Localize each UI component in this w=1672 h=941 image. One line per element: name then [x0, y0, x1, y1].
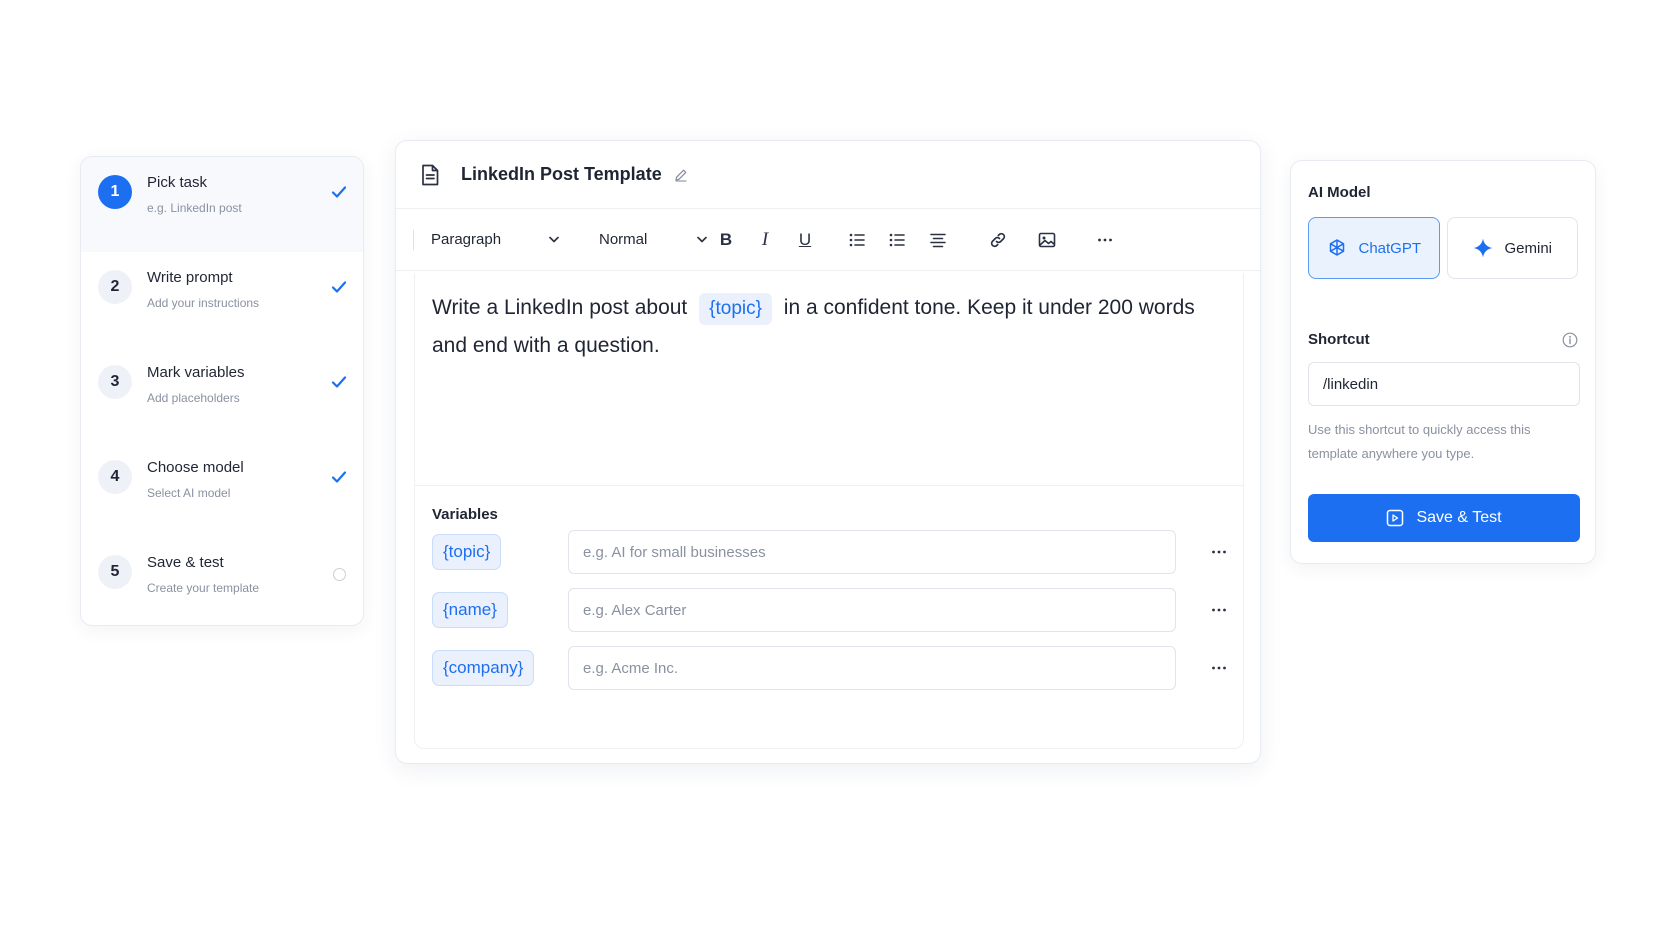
step-title: Save & test: [147, 554, 224, 571]
prompt-text-before: Write a LinkedIn post about: [432, 296, 688, 319]
ai-model-label: AI Model: [1308, 184, 1371, 201]
bullet-list-button[interactable]: [845, 228, 869, 252]
check-icon: [331, 471, 347, 483]
variable-row: {company}: [432, 639, 1226, 697]
variable-value-input[interactable]: [568, 530, 1176, 574]
check-icon: [331, 281, 347, 293]
step-subtitle: Add your instructions: [147, 296, 260, 310]
template-title: LinkedIn Post Template: [461, 164, 662, 184]
model-option-chatgpt[interactable]: ChatGPT: [1308, 217, 1440, 279]
variable-row: {topic}: [432, 523, 1226, 581]
variable-row: {name}: [432, 581, 1226, 639]
variable-tag: {company}: [432, 650, 535, 686]
prompt-editor-area[interactable]: Write a LinkedIn post about {topic} in a…: [414, 273, 1244, 749]
step-title: Choose model: [147, 459, 244, 476]
chevron-down-icon: [697, 236, 707, 243]
align-button[interactable]: [926, 228, 950, 252]
variable-more-button[interactable]: [1209, 658, 1229, 678]
step-number: 2: [98, 270, 132, 304]
more-options-button[interactable]: [1093, 228, 1117, 252]
prompt-text[interactable]: Write a LinkedIn post about {topic} in a…: [415, 273, 1243, 485]
link-button[interactable]: [986, 228, 1010, 252]
bold-button[interactable]: B: [714, 228, 738, 252]
step-number: 1: [98, 175, 132, 209]
variables-title: Variables: [432, 506, 498, 523]
step-title: Mark variables: [147, 364, 245, 381]
model-selector: ChatGPT Gemini: [1308, 217, 1578, 279]
variables-section: Variables {topic} {name} {comp: [415, 485, 1243, 697]
numbered-list-icon: [889, 233, 905, 247]
more-horizontal-icon: [1098, 238, 1112, 242]
step-subtitle: Add placeholders: [147, 391, 240, 405]
variable-more-button[interactable]: [1209, 600, 1229, 620]
step-subtitle: Create your template: [147, 581, 260, 595]
block-style-select[interactable]: Paragraph: [431, 224, 559, 256]
step-item-mark-variables[interactable]: 3 Mark variables Add placeholders: [81, 347, 363, 442]
model-label: Gemini: [1504, 239, 1552, 257]
pencil-icon[interactable]: [674, 168, 688, 182]
step-number: 4: [98, 460, 132, 494]
save-test-label: Save & Test: [1416, 509, 1502, 526]
settings-panel: AI Model ChatGPT Gemini Shortcut /linked…: [1290, 160, 1596, 564]
chevron-down-icon: [549, 236, 559, 243]
link-icon: [990, 232, 1006, 248]
step-subtitle: e.g. LinkedIn post: [147, 201, 242, 215]
shortcut-label: Shortcut: [1308, 331, 1370, 348]
more-horizontal-icon: [1212, 550, 1226, 554]
openai-icon: [1330, 239, 1345, 256]
more-horizontal-icon: [1212, 666, 1226, 670]
editor-header: LinkedIn Post Template: [396, 141, 1260, 209]
step-number: 3: [98, 365, 132, 399]
step-item-save-test[interactable]: 5 Save & test Create your template: [81, 537, 363, 625]
model-label: ChatGPT: [1358, 239, 1422, 257]
align-center-icon: [930, 233, 946, 248]
formatting-toolbar: Paragraph Normal B I U: [396, 209, 1260, 271]
toolbar-divider: [413, 229, 414, 250]
info-icon[interactable]: [1562, 332, 1578, 348]
variable-tag: {topic}: [432, 534, 502, 570]
save-test-icon: [1387, 509, 1404, 527]
check-icon: [331, 376, 347, 388]
steps-panel: 1 Pick task e.g. LinkedIn post 2 Write p…: [80, 156, 364, 626]
block-style-value: Paragraph: [431, 231, 502, 248]
step-item-pick-task[interactable]: 1 Pick task e.g. LinkedIn post: [81, 157, 363, 252]
italic-button[interactable]: I: [753, 228, 777, 252]
variable-value-input[interactable]: [568, 646, 1176, 690]
app-canvas: 1 Pick task e.g. LinkedIn post 2 Write p…: [0, 0, 1672, 941]
bullet-list-icon: [849, 233, 865, 247]
template-editor: LinkedIn Post Template Paragraph Normal …: [395, 140, 1261, 764]
check-icon: [331, 186, 347, 198]
model-option-gemini[interactable]: Gemini: [1446, 217, 1578, 279]
gemini-sparkle-icon: [1473, 238, 1493, 258]
shortcut-help-text: Use this shortcut to quickly access this…: [1308, 422, 1531, 461]
save-test-button[interactable]: Save & Test: [1308, 494, 1580, 542]
step-subtitle: Select AI model: [147, 486, 231, 500]
step-item-write-prompt[interactable]: 2 Write prompt Add your instructions: [81, 252, 363, 347]
image-icon: [1038, 232, 1056, 248]
variable-value-input[interactable]: [568, 588, 1176, 632]
variable-more-button[interactable]: [1209, 542, 1229, 562]
numbered-list-button[interactable]: [885, 228, 909, 252]
image-button[interactable]: [1035, 228, 1059, 252]
inline-variable-chip[interactable]: {topic}: [699, 293, 772, 325]
step-title: Pick task: [147, 174, 208, 191]
more-horizontal-icon: [1212, 608, 1226, 612]
step-item-choose-model[interactable]: 4 Choose model Select AI model: [81, 442, 363, 537]
document-icon: [422, 164, 439, 185]
variable-tag: {name}: [432, 592, 508, 628]
text-size-select[interactable]: Normal: [599, 224, 707, 256]
step-title: Write prompt: [147, 269, 233, 286]
shortcut-header: Shortcut: [1308, 331, 1578, 348]
shortcut-input[interactable]: [1308, 362, 1580, 406]
text-size-value: Normal: [599, 231, 648, 248]
underline-button[interactable]: U: [793, 228, 817, 252]
step-number: 5: [98, 555, 132, 589]
pending-circle-icon: [333, 568, 346, 581]
